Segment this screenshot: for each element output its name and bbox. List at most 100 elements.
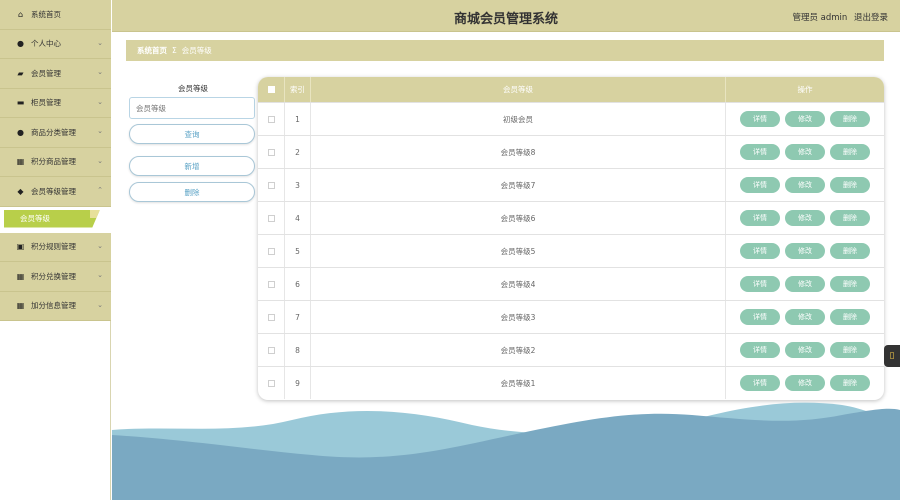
index-cell: 4 bbox=[285, 202, 311, 234]
sidebar-item-personal[interactable]: ● 个人中心 ⌄ bbox=[0, 29, 111, 59]
breadcrumb-home[interactable]: 系统首页 bbox=[137, 45, 167, 56]
index-cell: 3 bbox=[285, 169, 311, 201]
top-bar: 商城会员管理系统 管理员 admin 退出登录 bbox=[112, 0, 900, 32]
edit-button[interactable]: 修改 bbox=[785, 111, 825, 127]
delete-button[interactable]: 删除 bbox=[830, 375, 870, 391]
index-cell: 5 bbox=[285, 235, 311, 267]
row-checkbox[interactable] bbox=[267, 247, 275, 255]
edit-button[interactable]: 修改 bbox=[785, 375, 825, 391]
delete-button[interactable]: 删除 bbox=[830, 177, 870, 193]
table-row: 7 会员等级3 详情 修改 删除 bbox=[258, 300, 884, 333]
floating-widget-icon[interactable]: ▯ bbox=[884, 345, 900, 367]
level-cell: 会员等级4 bbox=[311, 268, 726, 300]
sidebar-item-label: 会员管理 bbox=[31, 68, 61, 78]
chevron-down-icon: ⌄ bbox=[97, 156, 103, 165]
table-row: 4 会员等级6 详情 修改 删除 bbox=[258, 201, 884, 234]
ops-group: 详情 修改 删除 bbox=[740, 177, 870, 193]
delete-button[interactable]: 删除 bbox=[830, 243, 870, 259]
table-body: 1 初级会员 详情 修改 删除 2 会员等级8 详情 修改 删除 3 会员等级7 详情 修改 删除 4 会员等级… bbox=[258, 102, 884, 399]
edit-button[interactable]: 修改 bbox=[785, 309, 825, 325]
table-row: 2 会员等级8 详情 修改 删除 bbox=[258, 135, 884, 168]
index-cell: 8 bbox=[285, 334, 311, 366]
edit-button[interactable]: 修改 bbox=[785, 177, 825, 193]
data-table: 索引 会员等级 操作 1 初级会员 详情 修改 删除 2 会员等级8 详情 修改 删除 3 会员等级7… bbox=[258, 77, 884, 400]
sidebar-item-members[interactable]: ▰ 会员管理 ⌄ bbox=[0, 59, 111, 89]
row-checkbox[interactable] bbox=[267, 346, 275, 354]
ops-group: 详情 修改 删除 bbox=[740, 243, 870, 259]
grid-icon: ▦ bbox=[16, 271, 25, 281]
edit-button[interactable]: 修改 bbox=[785, 342, 825, 358]
ops-group: 详情 修改 删除 bbox=[740, 144, 870, 160]
checkbox-cell bbox=[258, 103, 285, 135]
detail-button[interactable]: 详情 bbox=[740, 144, 780, 160]
detail-button[interactable]: 详情 bbox=[740, 210, 780, 226]
delete-button[interactable]: 删除 bbox=[830, 309, 870, 325]
edit-button[interactable]: 修改 bbox=[785, 210, 825, 226]
add-button[interactable]: 新增 bbox=[129, 156, 255, 176]
grid-icon: ▦ bbox=[16, 301, 25, 311]
delete-button[interactable]: 删除 bbox=[830, 276, 870, 292]
header-level: 会员等级 bbox=[311, 77, 726, 102]
sidebar-item-points-exchange[interactable]: ▦ 积分兑换管理 ⌄ bbox=[0, 262, 111, 292]
detail-button[interactable]: 详情 bbox=[740, 309, 780, 325]
ops-group: 详情 修改 删除 bbox=[740, 342, 870, 358]
sidebar-item-label: 积分商品管理 bbox=[31, 157, 76, 167]
table-row: 3 会员等级7 详情 修改 删除 bbox=[258, 168, 884, 201]
delete-button[interactable]: 删除 bbox=[830, 111, 870, 127]
detail-button[interactable]: 详情 bbox=[740, 111, 780, 127]
batch-delete-button[interactable]: 删除 bbox=[129, 182, 255, 202]
header-checkbox-cell bbox=[258, 77, 285, 102]
row-checkbox[interactable] bbox=[267, 280, 275, 288]
breadcrumb: 系统首页 Σ 会员等级 bbox=[126, 40, 884, 61]
breadcrumb-separator: Σ bbox=[172, 46, 177, 55]
sidebar-subitem-member-level[interactable]: 会员等级 bbox=[4, 209, 100, 228]
chevron-down-icon: ⌄ bbox=[97, 127, 103, 135]
row-checkbox[interactable] bbox=[267, 313, 275, 321]
select-all-checkbox[interactable] bbox=[267, 86, 275, 93]
ops-group: 详情 修改 删除 bbox=[740, 210, 870, 226]
row-checkbox[interactable] bbox=[267, 214, 275, 222]
row-checkbox[interactable] bbox=[267, 115, 275, 123]
row-checkbox[interactable] bbox=[267, 181, 275, 189]
table-row: 8 会员等级2 详情 修改 删除 bbox=[258, 333, 884, 366]
detail-button[interactable]: 详情 bbox=[740, 375, 780, 391]
delete-button[interactable]: 删除 bbox=[830, 144, 870, 160]
row-checkbox[interactable] bbox=[267, 379, 275, 387]
row-checkbox[interactable] bbox=[267, 148, 275, 156]
header-ops: 操作 bbox=[797, 85, 813, 94]
card-icon: ▰ bbox=[17, 68, 24, 78]
sidebar-item-categories[interactable]: ● 商品分类管理 ⌄ bbox=[0, 118, 111, 148]
delete-button[interactable]: 删除 bbox=[830, 210, 870, 226]
index-cell: 6 bbox=[285, 268, 311, 300]
ops-group: 详情 修改 删除 bbox=[740, 309, 870, 325]
sidebar-item-label: 柜员管理 bbox=[31, 98, 61, 108]
query-button[interactable]: 查询 bbox=[129, 124, 255, 144]
detail-button[interactable]: 详情 bbox=[740, 276, 780, 292]
checkbox-cell bbox=[258, 235, 285, 267]
monitor-icon: ▬ bbox=[16, 98, 25, 108]
table-header: 索引 会员等级 操作 bbox=[258, 77, 884, 102]
detail-button[interactable]: 详情 bbox=[740, 177, 780, 193]
edit-button[interactable]: 修改 bbox=[785, 144, 825, 160]
detail-button[interactable]: 详情 bbox=[740, 243, 780, 259]
chevron-down-icon: ⌄ bbox=[97, 68, 103, 76]
sidebar-item-label: 系统首页 bbox=[31, 9, 61, 19]
wave-front bbox=[112, 408, 900, 500]
edit-button[interactable]: 修改 bbox=[785, 243, 825, 259]
sidebar-item-points-goods[interactable]: ▦ 积分商品管理 ⌄ bbox=[0, 147, 111, 177]
sidebar-item-home[interactable]: ⌂ 系统首页 bbox=[0, 0, 111, 30]
search-input[interactable] bbox=[129, 97, 255, 119]
level-cell: 会员等级7 bbox=[311, 169, 726, 201]
sidebar-item-label: 商品分类管理 bbox=[31, 127, 76, 137]
ops-cell: 详情 修改 删除 bbox=[726, 301, 884, 333]
detail-button[interactable]: 详情 bbox=[740, 342, 780, 358]
delete-button[interactable]: 删除 bbox=[830, 342, 870, 358]
sidebar-item-points-rules[interactable]: ▣ 积分规则管理 ⌄ bbox=[0, 232, 111, 262]
sidebar-item-tellers[interactable]: ▬ 柜员管理 ⌄ bbox=[0, 88, 111, 118]
person-icon: ● bbox=[17, 127, 24, 137]
logout-link[interactable]: 退出登录 bbox=[854, 13, 888, 23]
user-area: 管理员 admin 退出登录 bbox=[788, 11, 888, 23]
edit-button[interactable]: 修改 bbox=[785, 276, 825, 292]
sidebar-item-bonus-info[interactable]: ▦ 加分信息管理 ⌄ bbox=[0, 291, 111, 321]
sidebar-item-member-levels[interactable]: ◆ 会员等级管理 ⌃ bbox=[0, 177, 111, 207]
